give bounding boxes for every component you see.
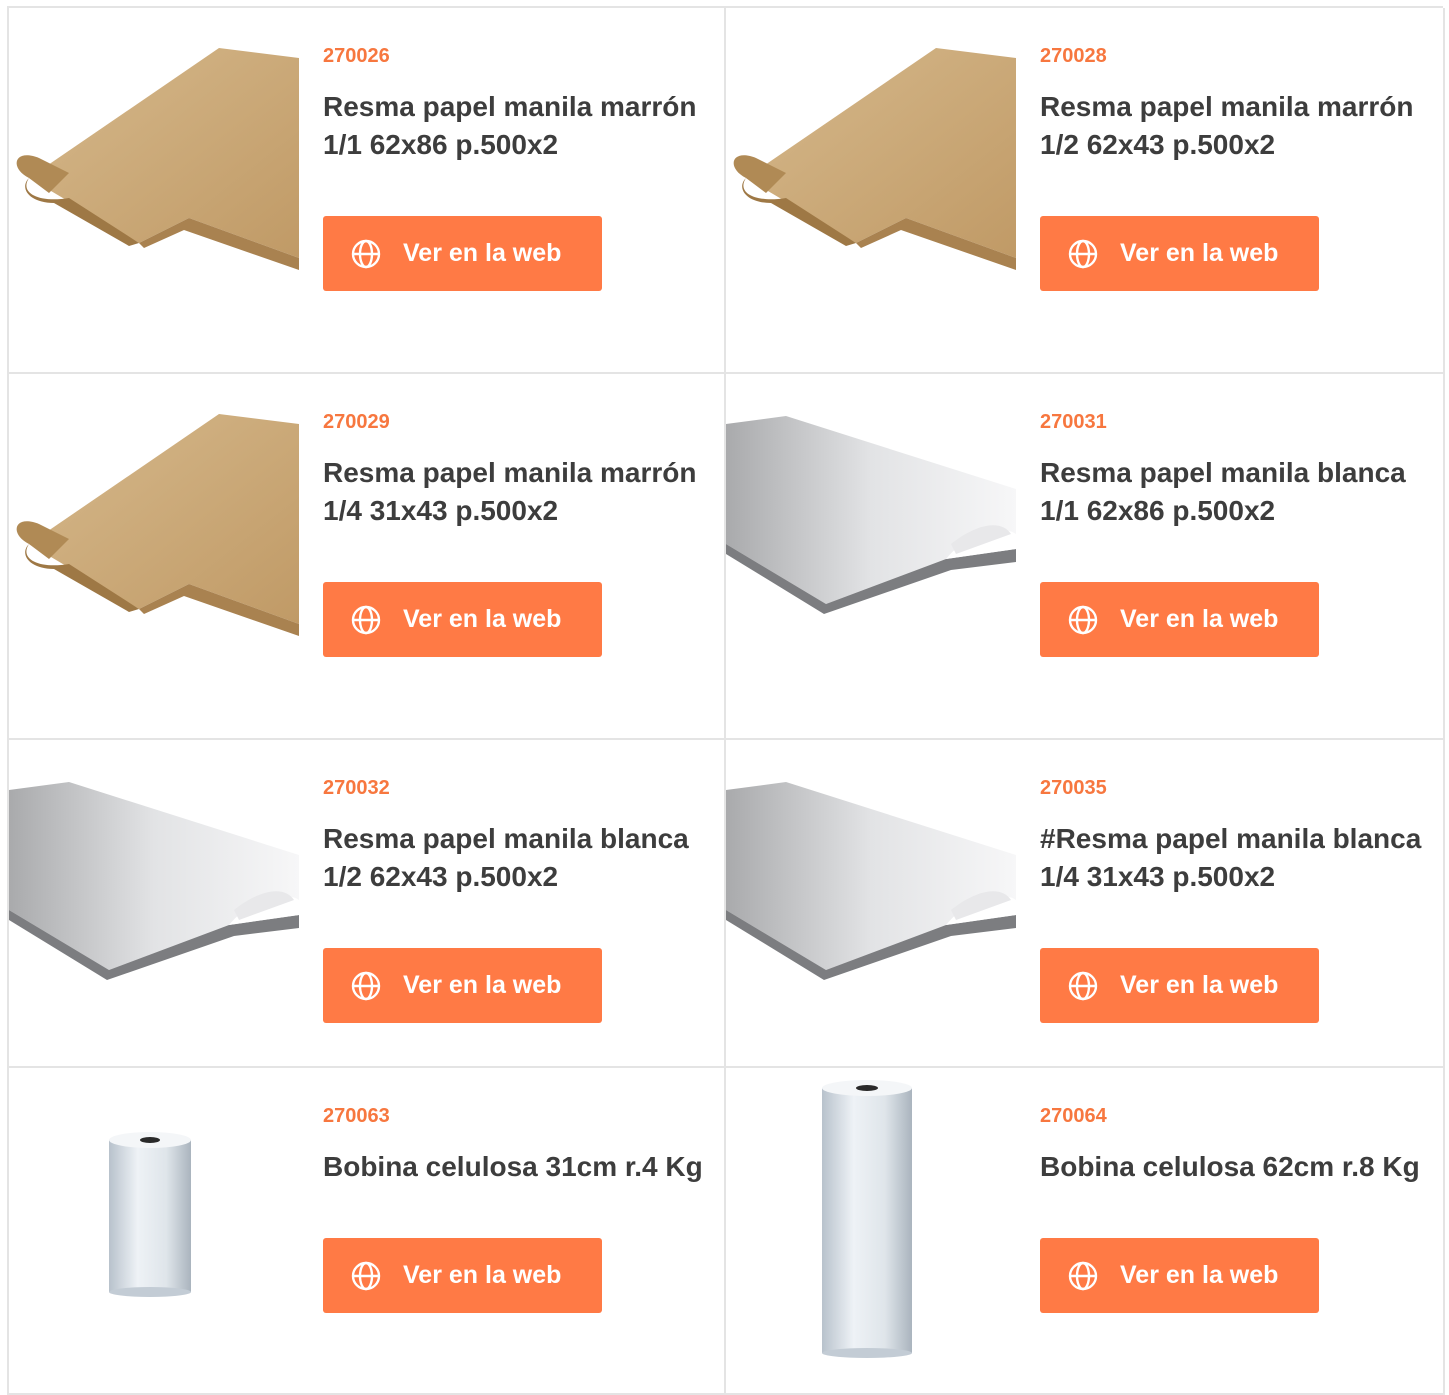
- product-title: Resma papel manila blanca 1/1 62x86 p.50…: [1040, 457, 1406, 526]
- globe-icon: [1068, 1261, 1098, 1290]
- product-code: 270064: [1040, 1105, 1107, 1127]
- view-on-web-button[interactable]: Ver en la web: [323, 216, 602, 291]
- globe-icon: [1068, 971, 1098, 1000]
- view-on-web-label: Ver en la web: [1120, 605, 1279, 633]
- white-paper-ream-image: [726, 416, 1016, 614]
- view-on-web-button[interactable]: Ver en la web: [1040, 582, 1319, 657]
- white-paper-ream-image: [726, 782, 1016, 980]
- product-card: 270063 Bobina celulosa 31cm r.4 Kg Ver e…: [9, 1068, 726, 1395]
- view-on-web-label: Ver en la web: [1120, 1261, 1279, 1289]
- product-code: 270031: [1040, 411, 1107, 433]
- product-title: #Resma papel manila blanca 1/4 31x43 p.5…: [1040, 823, 1422, 892]
- globe-icon: [351, 605, 381, 634]
- short-paper-roll-image: [109, 1132, 191, 1297]
- product-card: 270031 Resma papel manila blanca 1/1 62x…: [726, 374, 1445, 740]
- product-code: 270035: [1040, 777, 1107, 799]
- product-card: 270028 Resma papel manila marrón 1/2 62x…: [726, 8, 1445, 374]
- globe-icon: [351, 239, 381, 268]
- view-on-web-button[interactable]: Ver en la web: [1040, 1238, 1319, 1313]
- product-title: Resma papel manila marrón 1/2 62x43 p.50…: [1040, 91, 1414, 160]
- kraft-paper-ream-image: [16, 48, 299, 270]
- view-on-web-button[interactable]: Ver en la web: [323, 1238, 602, 1313]
- view-on-web-label: Ver en la web: [1120, 239, 1279, 267]
- product-code: 270026: [323, 45, 390, 67]
- view-on-web-button[interactable]: Ver en la web: [1040, 948, 1319, 1023]
- globe-icon: [351, 971, 381, 1000]
- view-on-web-button[interactable]: Ver en la web: [323, 582, 602, 657]
- globe-icon: [1068, 605, 1098, 634]
- product-code: 270028: [1040, 45, 1107, 67]
- product-code: 270029: [323, 411, 390, 433]
- product-card: 270026 Resma papel manila marrón 1/1 62x…: [9, 8, 726, 374]
- tall-paper-roll-image: [822, 1080, 912, 1358]
- view-on-web-label: Ver en la web: [403, 239, 562, 267]
- product-title: Bobina celulosa 31cm r.4 Kg: [323, 1151, 703, 1182]
- view-on-web-button[interactable]: Ver en la web: [323, 948, 602, 1023]
- product-card: 270035 #Resma papel manila blanca 1/4 31…: [726, 740, 1445, 1068]
- view-on-web-label: Ver en la web: [1120, 971, 1279, 999]
- kraft-paper-ream-image: [16, 414, 299, 636]
- product-code: 270063: [323, 1105, 390, 1127]
- product-title: Resma papel manila marrón 1/1 62x86 p.50…: [323, 91, 697, 160]
- view-on-web-label: Ver en la web: [403, 971, 562, 999]
- product-card: 270029 Resma papel manila marrón 1/4 31x…: [9, 374, 726, 740]
- white-paper-ream-image: [9, 782, 299, 980]
- product-grid: 270026 Resma papel manila marrón 1/1 62x…: [7, 6, 1445, 1395]
- globe-icon: [1068, 239, 1098, 268]
- view-on-web-button[interactable]: Ver en la web: [1040, 216, 1319, 291]
- product-card: 270064 Bobina celulosa 62cm r.8 Kg Ver e…: [726, 1068, 1445, 1395]
- view-on-web-label: Ver en la web: [403, 1261, 562, 1289]
- globe-icon: [351, 1261, 381, 1290]
- kraft-paper-ream-image: [733, 48, 1016, 270]
- product-code: 270032: [323, 777, 390, 799]
- view-on-web-label: Ver en la web: [403, 605, 562, 633]
- product-card: 270032 Resma papel manila blanca 1/2 62x…: [9, 740, 726, 1068]
- product-title: Bobina celulosa 62cm r.8 Kg: [1040, 1151, 1420, 1182]
- product-title: Resma papel manila marrón 1/4 31x43 p.50…: [323, 457, 697, 526]
- product-title: Resma papel manila blanca 1/2 62x43 p.50…: [323, 823, 689, 892]
